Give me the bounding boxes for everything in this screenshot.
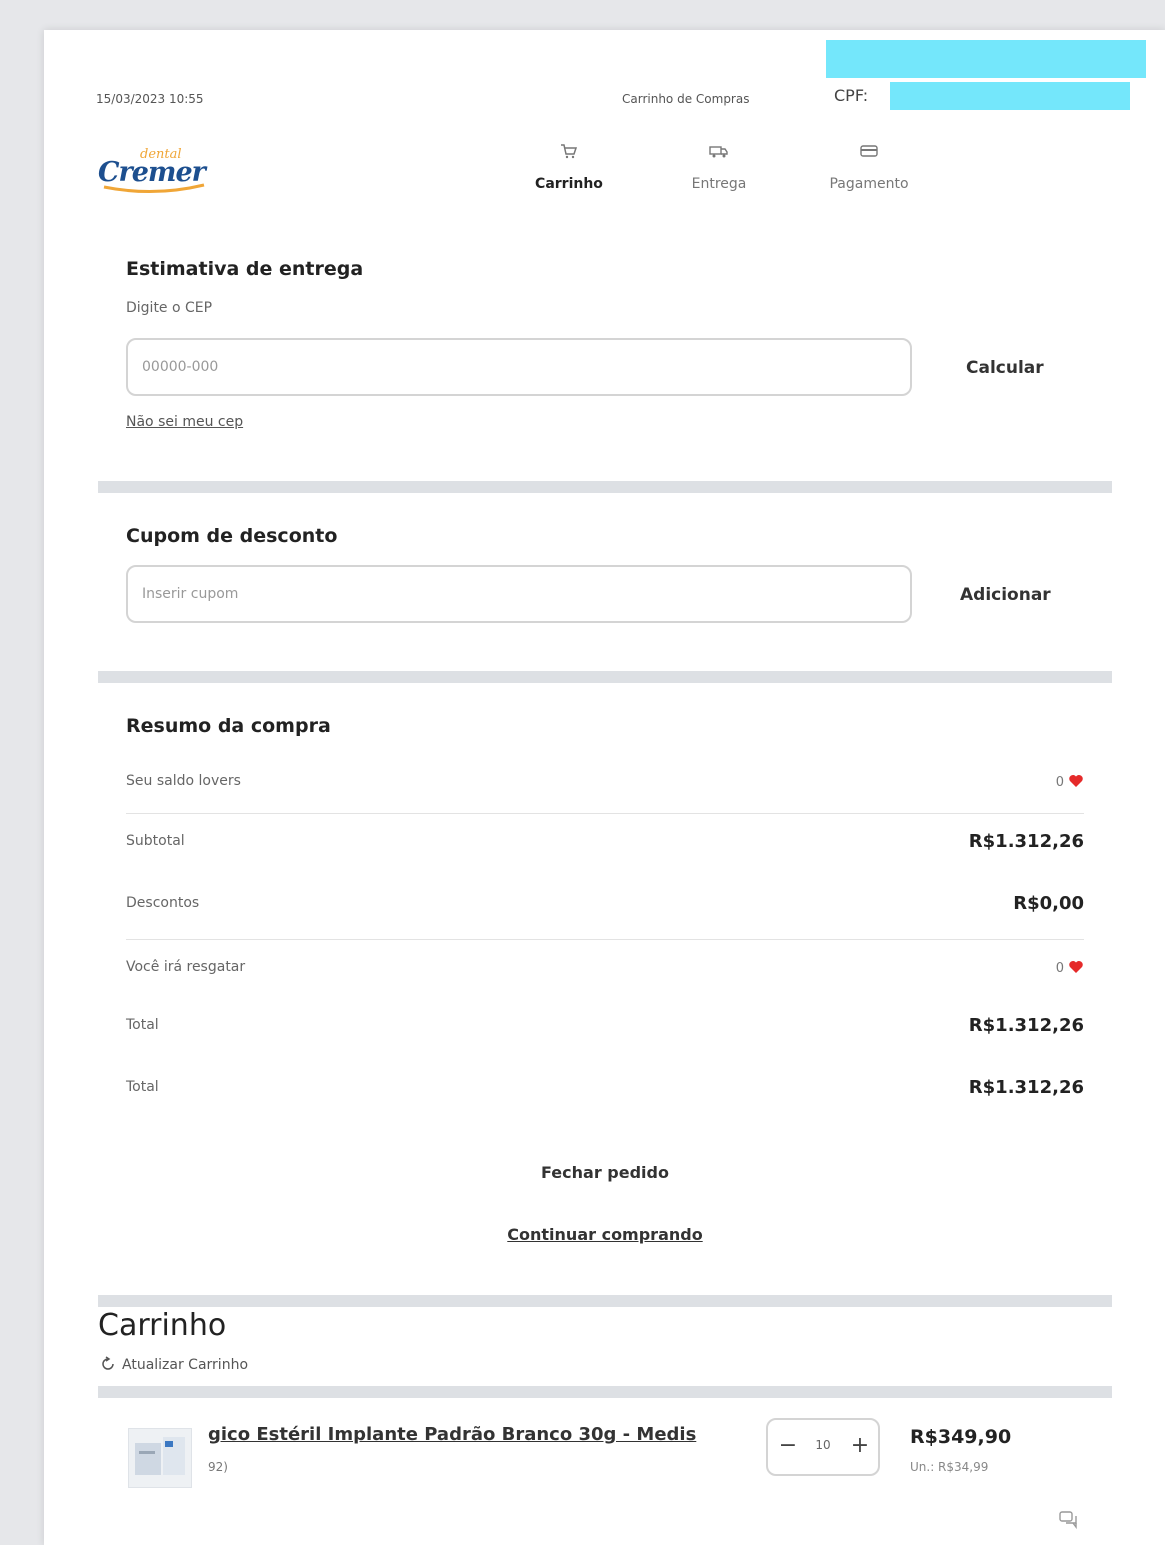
step-pagamento[interactable]: Pagamento xyxy=(814,142,924,192)
summary-row-value: R$0,00 xyxy=(1013,893,1084,914)
step-label: Carrinho xyxy=(535,176,603,192)
cart-item: gico Estéril Implante Padrão Branco 30g … xyxy=(98,1398,1112,1545)
section-separator xyxy=(98,1295,1112,1307)
refresh-icon xyxy=(102,1356,114,1370)
redaction-box xyxy=(826,40,1146,78)
summary-row-value: R$1.312,26 xyxy=(968,831,1084,852)
product-name-link[interactable]: gico Estéril Implante Padrão Branco 30g … xyxy=(208,1424,696,1445)
summary-row-value: R$1.312,26 xyxy=(968,1077,1084,1098)
heart-icon xyxy=(1069,775,1083,787)
coupon-card: Cupom de desconto Adicionar xyxy=(98,493,1112,653)
section-separator xyxy=(98,671,1112,683)
cep-input[interactable] xyxy=(126,338,912,396)
summary-row-label: Total xyxy=(126,1017,159,1033)
summary-row-value: 0 xyxy=(1056,773,1084,790)
quantity-stepper: − 10 + xyxy=(766,1418,880,1476)
checkout-steps: Carrinho Entrega Pagamento xyxy=(514,142,934,202)
redaction-box-cpf xyxy=(890,82,1130,110)
coupon-title: Cupom de desconto xyxy=(126,525,338,547)
print-datetime: 15/03/2023 10:55 xyxy=(96,92,204,106)
summary-row-label: Você irá resgatar xyxy=(126,959,246,975)
calculate-button[interactable]: Calcular xyxy=(966,358,1044,378)
item-unit-price: Un.: R$34,99 xyxy=(910,1460,989,1474)
cep-field-label: Digite o CEP xyxy=(126,300,213,316)
summary-row-value: R$1.312,26 xyxy=(968,1015,1084,1036)
product-thumbnail[interactable] xyxy=(128,1428,192,1488)
heart-icon xyxy=(1069,961,1083,973)
unknown-cep-link[interactable]: Não sei meu cep xyxy=(126,414,243,430)
cpf-label: CPF: xyxy=(834,86,869,105)
purchase-summary-card: Resumo da compra Seu saldo lovers 0 Subt… xyxy=(98,683,1112,1283)
card-icon xyxy=(860,145,878,157)
cart-icon xyxy=(561,144,578,159)
summary-divider xyxy=(126,813,1084,814)
delivery-estimate-card: Estimativa de entrega Digite o CEP Calcu… xyxy=(98,226,1112,466)
summary-row-label: Descontos xyxy=(126,895,200,911)
brand-logo[interactable]: dental Cremer xyxy=(96,145,216,205)
step-entrega[interactable]: Entrega xyxy=(664,142,774,192)
delivery-title: Estimativa de entrega xyxy=(126,258,364,280)
summary-row-total: Total R$1.312,26 xyxy=(126,1013,1084,1043)
print-title: Carrinho de Compras xyxy=(622,92,750,106)
increase-quantity-button[interactable]: + xyxy=(848,1432,872,1460)
section-separator xyxy=(98,481,1112,493)
section-separator xyxy=(98,1386,1112,1398)
refresh-cart-button[interactable]: Atualizar Carrinho xyxy=(100,1356,248,1373)
summary-title: Resumo da compra xyxy=(126,715,331,737)
step-carrinho[interactable]: Carrinho xyxy=(514,142,624,192)
summary-row-total: Total R$1.312,26 xyxy=(126,1075,1084,1105)
quantity-value[interactable]: 10 xyxy=(808,1438,838,1452)
item-price: R$349,90 xyxy=(910,1426,1012,1448)
close-order-button[interactable]: Fechar pedido xyxy=(98,1163,1112,1182)
summary-divider xyxy=(126,939,1084,940)
summary-row-label: Seu saldo lovers xyxy=(126,773,241,789)
summary-row-label: Subtotal xyxy=(126,833,185,849)
coupon-input[interactable] xyxy=(126,565,912,623)
summary-row-label: Total xyxy=(126,1079,159,1095)
refresh-cart-label: Atualizar Carrinho xyxy=(122,1357,249,1373)
logo-swoosh xyxy=(103,183,205,194)
cart-title: Carrinho xyxy=(98,1308,227,1343)
decrease-quantity-button[interactable]: − xyxy=(776,1432,800,1460)
comment-icon[interactable] xyxy=(1058,1510,1080,1530)
summary-row-redeem: Você irá resgatar 0 xyxy=(126,955,1084,985)
truck-icon xyxy=(709,146,728,158)
step-label: Entrega xyxy=(691,176,747,192)
product-sku: 92) xyxy=(208,1460,228,1474)
product-image-icon xyxy=(135,1437,185,1475)
summary-row-subtotal: Subtotal R$1.312,26 xyxy=(126,829,1084,859)
page: 15/03/2023 10:55 Carrinho de Compras CPF… xyxy=(44,30,1165,1545)
summary-row-lovers-balance: Seu saldo lovers 0 xyxy=(126,769,1084,799)
summary-row-discounts: Descontos R$0,00 xyxy=(126,891,1084,921)
continue-shopping-link[interactable]: Continuar comprando xyxy=(98,1225,1112,1244)
summary-row-value: 0 xyxy=(1056,959,1084,976)
add-coupon-button[interactable]: Adicionar xyxy=(960,585,1051,605)
step-label: Pagamento xyxy=(829,176,909,192)
